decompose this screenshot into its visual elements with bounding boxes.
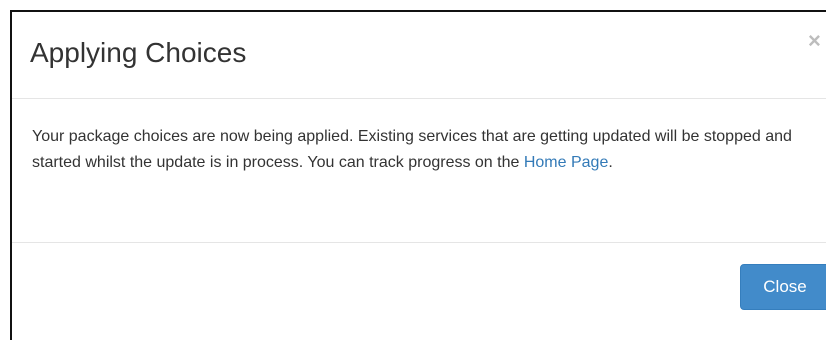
modal-body: Your package choices are now being appli… bbox=[32, 124, 826, 176]
applying-choices-modal: Applying Choices × Your package choices … bbox=[10, 10, 826, 340]
body-text-end: . bbox=[608, 154, 613, 171]
modal-title: Applying Choices bbox=[30, 37, 247, 68]
body-text: Your package choices are now being appli… bbox=[32, 128, 792, 171]
close-button[interactable]: Close bbox=[740, 264, 826, 310]
modal-footer bbox=[12, 242, 826, 244]
home-page-link[interactable]: Home Page bbox=[524, 154, 609, 171]
modal-header: Applying Choices bbox=[12, 12, 826, 99]
close-icon[interactable]: × bbox=[808, 30, 821, 52]
